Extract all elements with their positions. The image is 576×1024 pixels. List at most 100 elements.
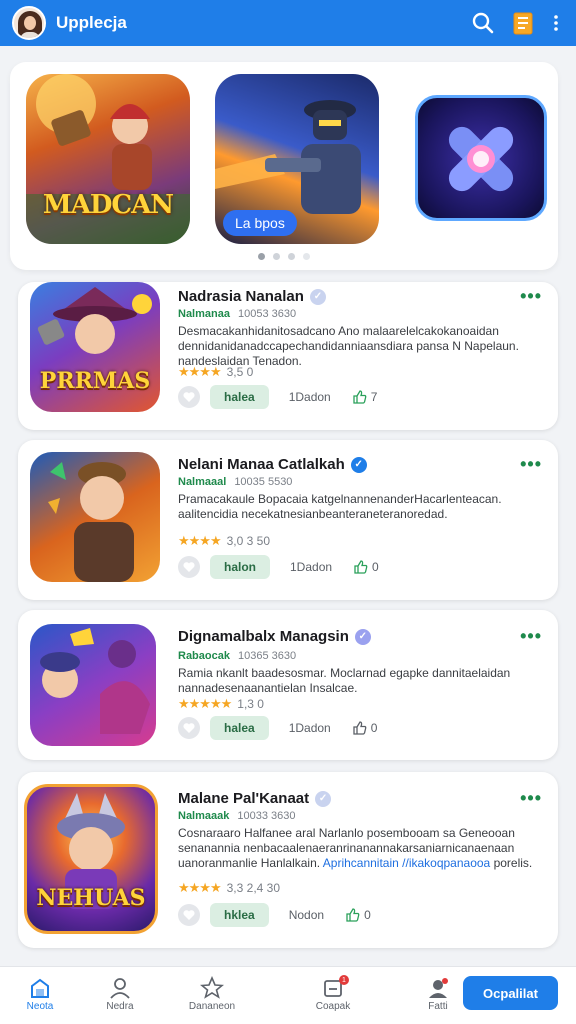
card-actions: halea 1Dadon 7 (178, 385, 377, 409)
download-count: 1Dadon (288, 721, 331, 735)
rating: ★★★★★ 1,3 0 (178, 696, 264, 712)
verified-icon: ✓ (315, 790, 332, 807)
thumbs-up-icon (354, 560, 368, 574)
publisher[interactable]: Rabaocak (178, 650, 230, 662)
category-chip[interactable]: halon (210, 555, 270, 579)
thumbs-up-icon (353, 390, 367, 404)
like-button[interactable]: 0 (353, 721, 378, 735)
thumbnail-title: PRRMAS (39, 368, 151, 394)
publisher[interactable]: Nalmanaa (178, 308, 230, 320)
app-title[interactable]: Nelani Manaa Catlalkah ✓ (178, 456, 367, 473)
like-count: 7 (370, 390, 378, 404)
search-icon[interactable] (468, 8, 498, 38)
nav-item-favorites[interactable]: Dananeon (172, 975, 252, 1012)
like-button[interactable]: 7 (353, 390, 378, 404)
app-description: Pramacakaule Bopacaia katgelnannenanderH… (178, 492, 502, 521)
app-thumbnail (30, 452, 160, 582)
more-options-icon[interactable]: ••• (520, 626, 542, 647)
nav-label: Coapak (315, 1001, 351, 1012)
app-card[interactable]: NEHUAS Malane Pal'Kanaat ✓ ••• Nalmaaak 1… (18, 772, 558, 948)
publisher[interactable]: Nalmaaak (178, 810, 229, 822)
carousel-dot[interactable] (258, 253, 265, 260)
thumbs-up-icon (346, 908, 360, 922)
stars-icon: ★★★★ (178, 533, 222, 548)
library-icon (0, 975, 80, 1001)
heart-icon[interactable] (178, 386, 200, 408)
nav-label: Neota (26, 1001, 54, 1012)
like-count: 0 (372, 560, 379, 574)
rating: ★★★★ 3,0 3 50 (178, 533, 270, 549)
nav-item-inbox[interactable]: 1 Coapak (293, 975, 373, 1012)
stars-icon: ★★★★★ (178, 696, 232, 711)
description-tail: porelis. (493, 856, 533, 870)
publisher[interactable]: Nalmaaal (178, 476, 226, 488)
banner-title: MADCAN (42, 190, 174, 220)
category-chip[interactable]: halea (210, 385, 269, 409)
carousel-dots[interactable] (258, 253, 310, 260)
app-bar: Upplecja (0, 0, 576, 46)
banner-madcan[interactable]: MADCAN (26, 74, 190, 244)
app-card[interactable]: Dignamalbalx Managsin ✓ ••• Rabaocak 1036… (18, 610, 558, 760)
verified-icon: ✓ (350, 456, 367, 473)
rating-value: 3,5 0 (226, 365, 254, 379)
meta-info: 10365 3630 (237, 650, 297, 662)
more-options-icon[interactable]: ••• (520, 454, 542, 475)
category-chip[interactable]: halea (210, 716, 269, 740)
primary-action-button[interactable]: Ocpalilat (463, 976, 558, 1010)
card-actions: hklea Nodon 0 (178, 903, 371, 927)
description-link[interactable]: Aprihcannitain //ikakoqpanaooa (323, 856, 490, 870)
heart-icon[interactable] (178, 904, 200, 926)
person-icon (80, 975, 160, 1001)
download-count: 1Dadon (290, 560, 333, 574)
banner-pill[interactable]: La bpos (223, 210, 297, 236)
like-button[interactable]: 0 (346, 908, 371, 922)
card-actions: halon 1Dadon 0 (178, 555, 379, 579)
nav-label: Nedra (106, 1001, 134, 1012)
meta-info: 10035 5530 (234, 476, 293, 488)
inbox-icon: 1 (293, 975, 373, 1001)
app-name: Nadrasia Nanalan (178, 288, 304, 305)
app-card[interactable]: Nelani Manaa Catlalkah ✓ ••• Nalmaaal 100… (18, 440, 558, 600)
app-name: Dignamalbalx Managsin (178, 628, 349, 645)
banner-gamepad[interactable] (415, 95, 547, 221)
app-thumbnail: PRRMAS (30, 282, 160, 412)
nav-item-home[interactable]: Neota (0, 975, 80, 1012)
more-options-icon[interactable]: ••• (520, 286, 542, 307)
rating: ★★★★ 3,3 2,4 30 (178, 880, 280, 896)
carousel-dot[interactable] (273, 253, 280, 260)
app-meta: Rabaocak 10365 3630 (178, 650, 296, 662)
verified-icon: ✓ (309, 288, 326, 305)
more-vert-icon[interactable] (548, 8, 564, 38)
app-description: Ramia nkanlt baadesosmar. Moclarnad egap… (178, 666, 511, 695)
heart-icon[interactable] (178, 556, 200, 578)
featured-carousel[interactable]: MADCAN La bpos (10, 62, 558, 270)
more-options-icon[interactable]: ••• (520, 788, 542, 809)
thumbnail-title: NEHUAS (36, 885, 146, 911)
app-title[interactable]: Malane Pal'Kanaat ✓ (178, 790, 332, 807)
category-chip[interactable]: hklea (210, 903, 269, 927)
app-description: Desmacakanhidanitosadcano Ano malaarelel… (178, 324, 519, 368)
app-name: Nelani Manaa Catlalkah (178, 456, 345, 473)
notification-badge: 1 (339, 975, 349, 985)
stars-icon: ★★★★ (178, 364, 222, 379)
app-title: Upplecja (56, 13, 127, 32)
app-title[interactable]: Nadrasia Nanalan ✓ (178, 288, 326, 305)
like-button[interactable]: 0 (354, 560, 379, 574)
app-thumbnail: NEHUAS (24, 784, 158, 934)
banner-shooter[interactable]: La bpos (215, 74, 379, 244)
download-count: Nodon (288, 908, 325, 922)
like-count: 0 (370, 721, 378, 735)
nav-label: Dananeon (188, 1001, 236, 1012)
card-actions: halea 1Dadon 0 (178, 716, 377, 740)
carousel-dot[interactable] (303, 253, 310, 260)
app-thumbnail (30, 624, 156, 746)
app-title[interactable]: Dignamalbalx Managsin ✓ (178, 628, 371, 645)
heart-icon[interactable] (178, 717, 200, 739)
like-count: 0 (364, 908, 371, 922)
nav-item-profile[interactable]: Nedra (80, 975, 160, 1012)
app-card[interactable]: PRRMAS Nadrasia Nanalan ✓ ••• Nalmanaa 10… (18, 282, 558, 430)
clipboard-icon[interactable] (508, 8, 538, 38)
avatar[interactable] (12, 6, 46, 40)
app-meta: Nalmanaa 10053 3630 (178, 308, 296, 320)
carousel-dot[interactable] (288, 253, 295, 260)
